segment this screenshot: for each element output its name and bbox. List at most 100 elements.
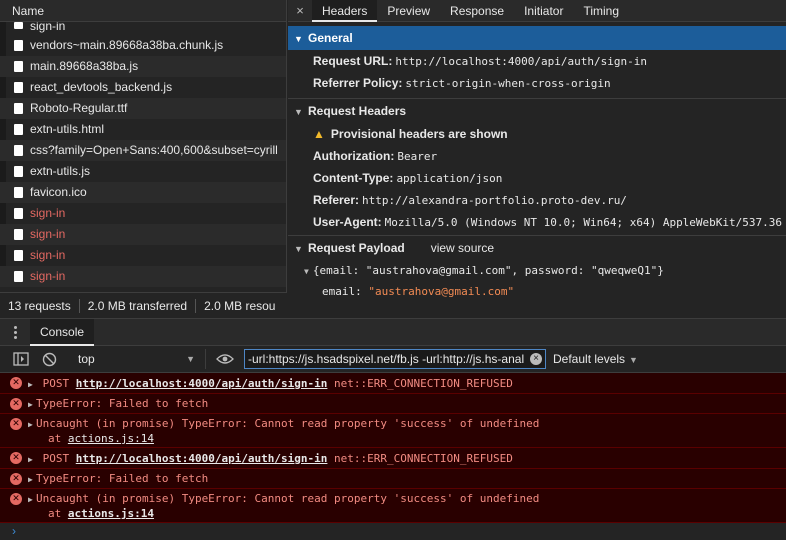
request-name: main.89668a38ba.js (30, 59, 139, 73)
context-value: top (78, 352, 95, 366)
request-url-link[interactable]: http://localhost:4000/api/auth/sign-in (76, 377, 328, 390)
drawer-menu-icon[interactable] (0, 319, 30, 346)
console-error-message[interactable]: ✕ ▶ POST http://localhost:4000/api/auth/s… (0, 448, 786, 469)
request-row[interactable]: main.89668a38ba.js (0, 56, 286, 77)
expand-arrow-icon[interactable]: ▶ (28, 374, 36, 395)
request-url-link[interactable]: http://localhost:4000/api/auth/sign-in (76, 452, 328, 465)
log-levels-dropdown[interactable]: Default levels ▼ (553, 352, 638, 366)
tab-initiator[interactable]: Initiator (514, 0, 573, 22)
request-name: vendors~main.89668a38ba.chunk.js (30, 38, 224, 52)
expand-arrow-icon[interactable]: ▶ (28, 418, 36, 432)
file-icon (14, 40, 23, 51)
expand-arrow-icon[interactable]: ▶ (28, 395, 36, 415)
console-filter-input[interactable]: -url:https://js.hsadspixel.net/fb.js -ur… (244, 349, 546, 369)
console-error-message[interactable]: ✕ ▶ TypeError: Failed to fetch (0, 394, 786, 414)
http-method: POST (42, 452, 70, 465)
payload-object: {email: "austrahova@gmail.com", password… (312, 264, 664, 277)
request-count: 13 requests (8, 298, 71, 313)
payload-summary[interactable]: ▼ {email: "austrahova@gmail.com", passwor… (288, 260, 786, 281)
section-title: Request Headers (308, 104, 407, 118)
collapse-triangle-icon: ▼ (294, 107, 303, 117)
console-error-message[interactable]: ✕ ▶ TypeError: Failed to fetch (0, 469, 786, 489)
close-icon[interactable]: × (288, 3, 312, 18)
file-icon (14, 22, 23, 29)
console-error-message[interactable]: ✕ ▶ Uncaught (in promise) TypeError: Canno… (0, 414, 786, 448)
prompt-chevron-icon: › (12, 524, 16, 538)
error-icon: ✕ (10, 418, 22, 430)
source-link[interactable]: actions.js:14 (68, 432, 154, 445)
net-error: net::ERR_CONNECTION_REFUSED (334, 452, 513, 465)
request-row[interactable]: react_devtools_backend.js (0, 77, 286, 98)
file-icon (14, 103, 23, 114)
network-status-bar: 13 requests 2.0 MB transferred 2.0 MB re… (0, 292, 287, 318)
console-error-message[interactable]: ✕ ▶ Uncaught (in promise) TypeError: Canno… (0, 489, 786, 523)
request-row[interactable]: extn-utils.html (0, 119, 286, 140)
error-icon: ✕ (10, 452, 22, 464)
general-section-header[interactable]: ▼ General (288, 26, 786, 50)
stack-at: at (48, 432, 62, 445)
section-title: General (308, 31, 353, 45)
expand-arrow-icon[interactable]: ▶ (28, 493, 36, 507)
request-row-failed[interactable]: sign-in (0, 203, 286, 224)
header-value: http://alexandra-portfolio.proto-dev.ru/ (362, 194, 627, 207)
error-icon: ✕ (10, 493, 22, 505)
payload-email-row: email: "austrahova@gmail.com" (288, 281, 786, 302)
request-name: extn-utils.html (30, 122, 105, 136)
details-tabbar: × Headers Preview Response Initiator Tim… (288, 0, 786, 22)
file-icon (14, 124, 23, 135)
referrer-policy-row: Referrer Policy: strict-origin-when-cross… (288, 72, 786, 94)
header-key: Referer: (313, 193, 360, 207)
tab-response[interactable]: Response (440, 0, 514, 22)
tab-preview[interactable]: Preview (377, 0, 440, 22)
console-toolbar: top ▼ -url:https://js.hsadspixel.net/fb.j… (0, 346, 786, 373)
http-method: POST (42, 377, 70, 390)
user-agent-row: User-Agent: Mozilla/5.0 (Windows NT 10.0;… (288, 211, 786, 233)
file-icon (14, 187, 23, 198)
file-icon (14, 61, 23, 72)
clear-filter-icon[interactable]: × (530, 353, 542, 365)
request-row[interactable]: sign-in (0, 22, 286, 35)
sidebar-toggle-icon[interactable] (12, 350, 30, 368)
section-title: Request Payload (308, 241, 405, 255)
header-value: application/json (396, 172, 503, 185)
name-column-header[interactable]: Name (0, 0, 286, 22)
request-name: sign-in (30, 227, 66, 241)
error-icon: ✕ (10, 473, 22, 485)
request-row[interactable]: vendors~main.89668a38ba.chunk.js (0, 35, 286, 56)
request-row[interactable]: css?family=Open+Sans:400,600&subset=cyri… (0, 140, 286, 161)
console-drawer: Console top ▼ -url:https://js.hsadspixel.… (0, 318, 786, 538)
request-details-panel: × Headers Preview Response Initiator Tim… (288, 0, 786, 318)
authorization-row: Authorization: Bearer (288, 145, 786, 167)
request-row[interactable]: favicon.ico (0, 182, 286, 203)
payload-key: email: (322, 285, 362, 298)
context-selector[interactable]: top ▼ (68, 349, 206, 369)
request-headers-section-header[interactable]: ▼ Request Headers (288, 99, 786, 123)
resources-size: 2.0 MB resou (204, 298, 276, 313)
header-value: http://localhost:4000/api/auth/sign-in (395, 55, 648, 68)
tab-console[interactable]: Console (30, 318, 95, 346)
file-icon (14, 208, 23, 219)
tab-timing[interactable]: Timing (573, 0, 629, 22)
console-error-message[interactable]: ✕ ▶ POST http://localhost:4000/api/auth/s… (0, 373, 786, 394)
tab-headers[interactable]: Headers (312, 0, 378, 22)
request-row[interactable]: extn-utils.js (0, 161, 286, 182)
file-icon (14, 271, 23, 282)
clear-console-icon[interactable] (40, 350, 58, 368)
expand-arrow-icon[interactable]: ▶ (28, 470, 36, 490)
request-payload-section-header[interactable]: ▼ Request Payload view source (288, 236, 786, 260)
error-text: TypeError: Failed to fetch (36, 397, 209, 410)
drawer-tabbar: Console (0, 318, 786, 346)
source-link[interactable]: actions.js:14 (68, 507, 154, 520)
request-row[interactable]: Roboto-Regular.ttf (0, 98, 286, 119)
stack-at: at (48, 507, 62, 520)
eye-icon[interactable] (216, 350, 234, 368)
console-prompt[interactable]: › (0, 523, 786, 540)
request-row-failed[interactable]: sign-in (0, 224, 286, 245)
expand-arrow-icon[interactable]: ▶ (28, 449, 36, 470)
view-source-link[interactable]: view source (431, 241, 494, 255)
header-value: Mozilla/5.0 (Windows NT 10.0; Win64; x64… (384, 216, 783, 229)
collapse-triangle-icon: ▼ (294, 244, 303, 254)
request-row-failed[interactable]: sign-in (0, 245, 286, 266)
dropdown-arrow-icon: ▼ (629, 355, 638, 365)
request-row-failed[interactable]: sign-in (0, 266, 286, 287)
